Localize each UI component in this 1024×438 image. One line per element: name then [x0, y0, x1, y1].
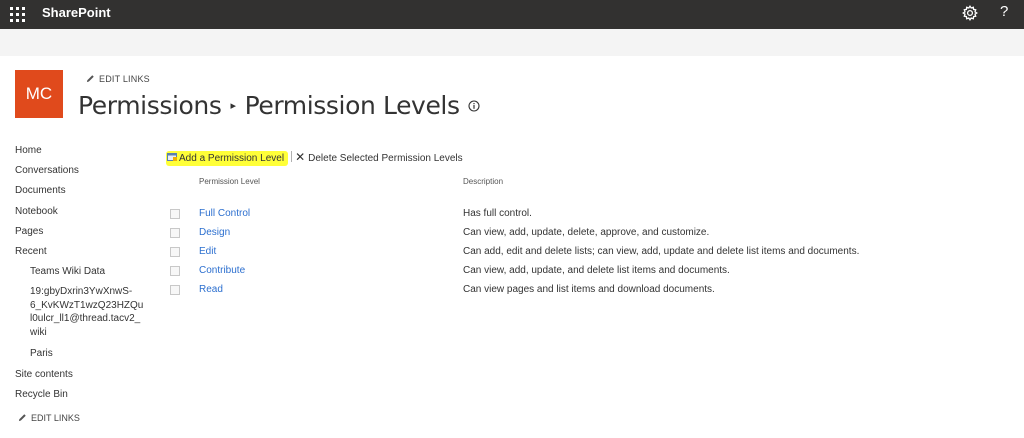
- table-row: Design Can view, add, update, delete, ap…: [0, 227, 1024, 246]
- waffle-icon[interactable]: [10, 7, 25, 22]
- page-title-text: Permission Levels: [244, 91, 460, 120]
- column-header-permission-level: Permission Level: [199, 177, 260, 186]
- nav-item-conversations[interactable]: Conversations: [15, 161, 145, 181]
- permission-level-link[interactable]: Edit: [199, 246, 216, 257]
- toolbar-divider: [291, 151, 293, 162]
- row-checkbox[interactable]: [170, 266, 180, 276]
- row-checkbox[interactable]: [170, 285, 180, 295]
- edit-links-label: EDIT LINKS: [31, 413, 80, 423]
- permission-level-link[interactable]: Read: [199, 284, 223, 295]
- row-checkbox[interactable]: [170, 209, 180, 219]
- delete-permission-levels-button[interactable]: ✕ Delete Selected Permission Levels: [295, 150, 463, 164]
- column-header-description: Description: [463, 177, 504, 186]
- table-row: Full Control Has full control.: [0, 208, 1024, 227]
- page-title: Permissions ▸ Permission Levels: [78, 89, 480, 120]
- permission-description: Can view, add, update, delete, approve, …: [463, 227, 710, 238]
- nav-item-recycle-bin[interactable]: Recycle Bin: [15, 385, 145, 405]
- row-checkbox[interactable]: [170, 247, 180, 257]
- gear-icon[interactable]: [961, 5, 979, 26]
- nav-item-home[interactable]: Home: [15, 141, 145, 161]
- thread-wiki-line: l0ulcr_ll1@thread.tacv2_: [30, 313, 141, 325]
- edit-links-bottom[interactable]: EDIT LINKS: [18, 413, 80, 423]
- permission-description: Can view, add, update, and delete list i…: [463, 265, 730, 276]
- help-icon[interactable]: ?: [1000, 3, 1008, 20]
- permission-toolbar: Add a Permission Level ✕ Delete Selected …: [166, 148, 463, 166]
- suite-bar: SharePoint ?: [0, 0, 1024, 29]
- add-permission-level-label: Add a Permission Level: [179, 153, 285, 164]
- breadcrumb-parent[interactable]: Permissions: [78, 91, 222, 120]
- row-checkbox[interactable]: [170, 228, 180, 238]
- breadcrumb-separator: ▸: [230, 99, 236, 112]
- site-logo[interactable]: MC: [15, 70, 63, 118]
- permission-level-link[interactable]: Full Control: [199, 208, 250, 219]
- table-row: Read Can view pages and list items and d…: [0, 284, 1024, 303]
- permission-level-link[interactable]: Design: [199, 227, 230, 238]
- brand-link[interactable]: SharePoint: [42, 5, 111, 20]
- nav-item-documents[interactable]: Documents: [15, 181, 145, 201]
- nav-item-site-contents[interactable]: Site contents: [15, 365, 145, 385]
- close-icon: ✕: [295, 150, 306, 164]
- nav-item-paris[interactable]: Paris: [15, 344, 145, 364]
- add-permission-level-button[interactable]: Add a Permission Level: [166, 151, 289, 166]
- info-icon[interactable]: [468, 89, 480, 118]
- permission-description: Has full control.: [463, 208, 532, 219]
- delete-permission-levels-label: Delete Selected Permission Levels: [308, 153, 463, 164]
- add-permission-icon: [167, 153, 177, 161]
- ribbon-bar: [0, 29, 1024, 56]
- permission-level-link[interactable]: Contribute: [199, 265, 245, 276]
- permission-description: Can view pages and list items and downlo…: [463, 284, 715, 295]
- table-row: Edit Can add, edit and delete lists; can…: [0, 246, 1024, 265]
- thread-wiki-line: wiki: [30, 326, 47, 338]
- edit-links-top[interactable]: EDIT LINKS: [86, 74, 150, 84]
- pencil-icon: [86, 75, 94, 83]
- pencil-icon: [18, 414, 26, 422]
- permission-description: Can add, edit and delete lists; can view…: [463, 246, 860, 257]
- table-row: Contribute Can view, add, update, and de…: [0, 265, 1024, 284]
- edit-links-label: EDIT LINKS: [99, 74, 150, 84]
